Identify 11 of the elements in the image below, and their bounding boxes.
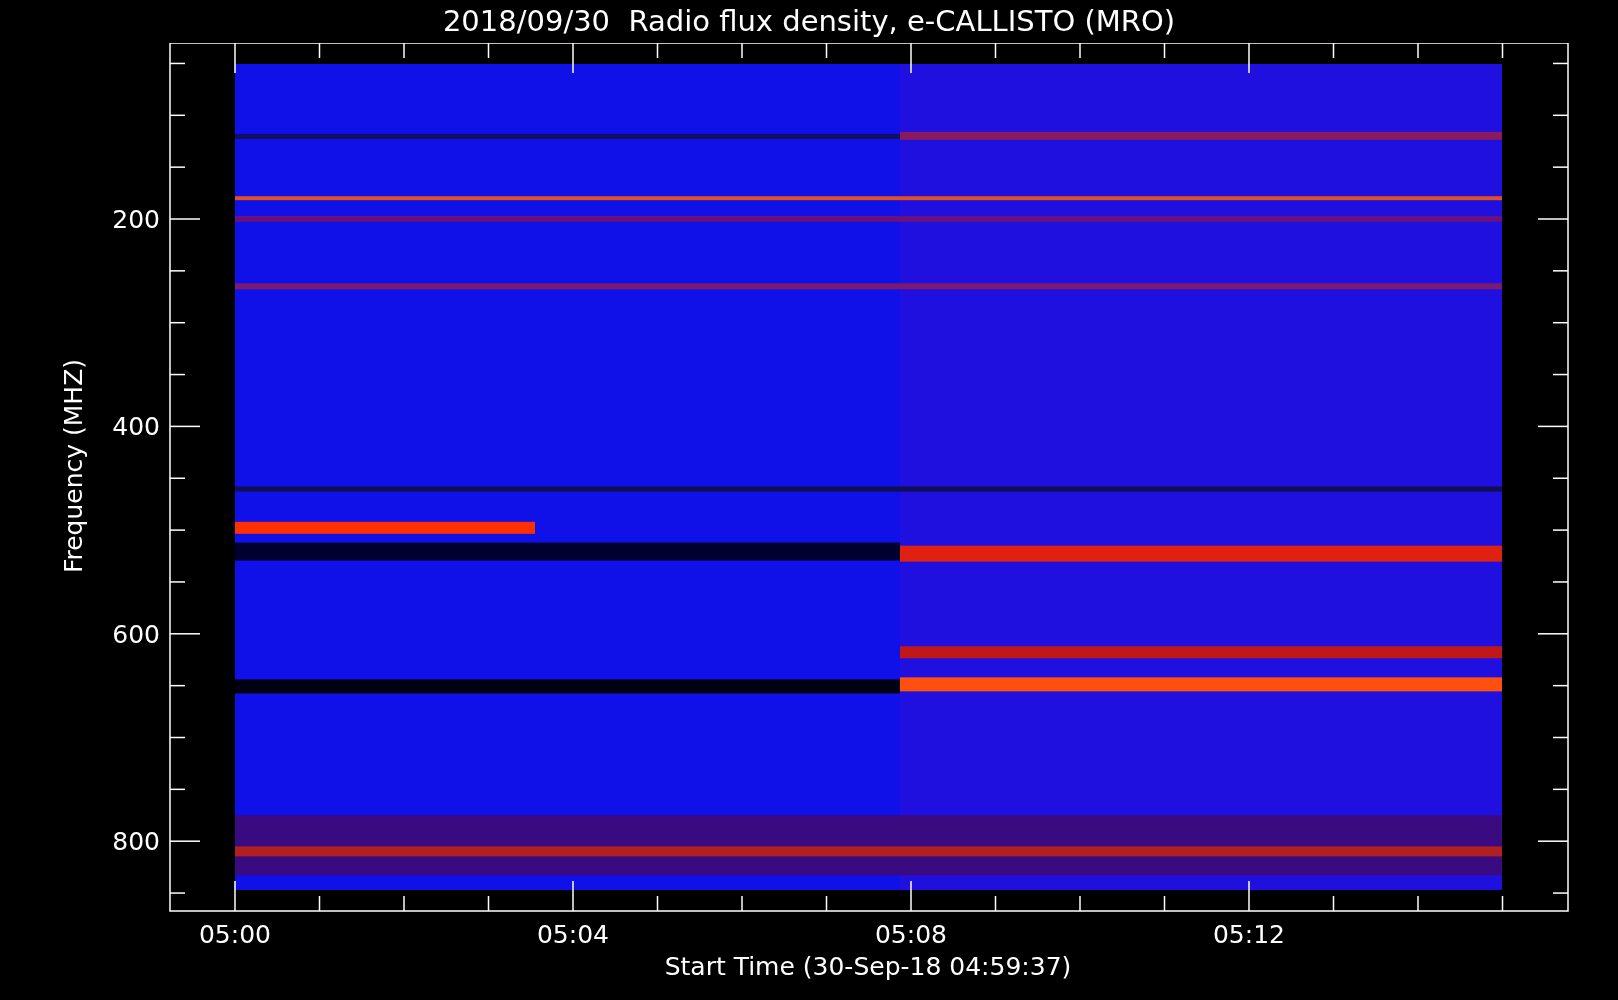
y-tick-label: 200 — [112, 205, 160, 234]
x-axis-label: Start Time (30-Sep-18 04:59:37) — [664, 952, 1072, 981]
y-tick-label: 800 — [112, 827, 160, 857]
y-tick-label: 400 — [112, 412, 160, 442]
x-tick-label: 05:08 — [875, 920, 947, 949]
x-tick-label: 05:00 — [199, 920, 271, 949]
y-axis-label: Frequency (MHZ) — [59, 358, 88, 574]
x-tick-label: 05:12 — [1213, 920, 1285, 949]
chart-title: 2018/09/30 Radio flux density, e-CALLISTO (MRO) — [442, 3, 1176, 40]
x-tick-label: 05:04 — [537, 920, 609, 949]
y-tick-label: 600 — [112, 619, 160, 649]
